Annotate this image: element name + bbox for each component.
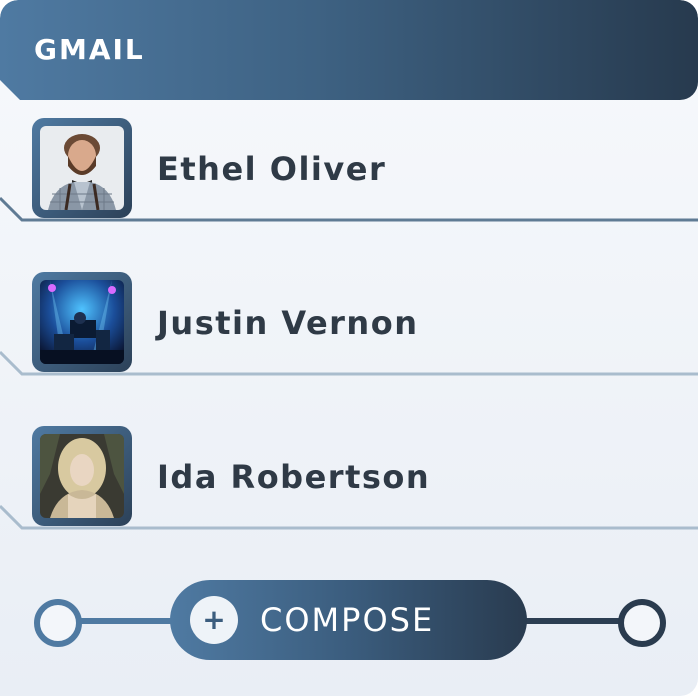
plus-icon: + [190,596,238,644]
compose-label: COMPOSE [260,601,435,639]
contact-name: Ethel Oliver [157,150,387,188]
widget-header: GMAIL [0,0,698,100]
row-divider [0,350,698,376]
contact-name: Justin Vernon [157,304,419,342]
compose-button[interactable]: + COMPOSE [170,580,527,660]
plus-glyph: + [202,603,226,636]
row-divider [0,504,698,530]
node-circle-right [618,599,666,647]
row-divider [0,196,698,222]
node-circle-left [34,599,82,647]
contact-name: Ida Robertson [157,458,431,496]
contact-row-ida-robertson[interactable]: Ida Robertson [0,408,698,548]
compose-bar: + COMPOSE [0,578,698,664]
contact-row-ethel-oliver[interactable]: Ethel Oliver [0,100,698,240]
contact-row-justin-vernon[interactable]: Justin Vernon [0,254,698,394]
gmail-contacts-widget: GMAIL Ethel Oliver Justin Vernon Ida Rob… [0,0,698,696]
header-title: GMAIL [34,33,145,66]
